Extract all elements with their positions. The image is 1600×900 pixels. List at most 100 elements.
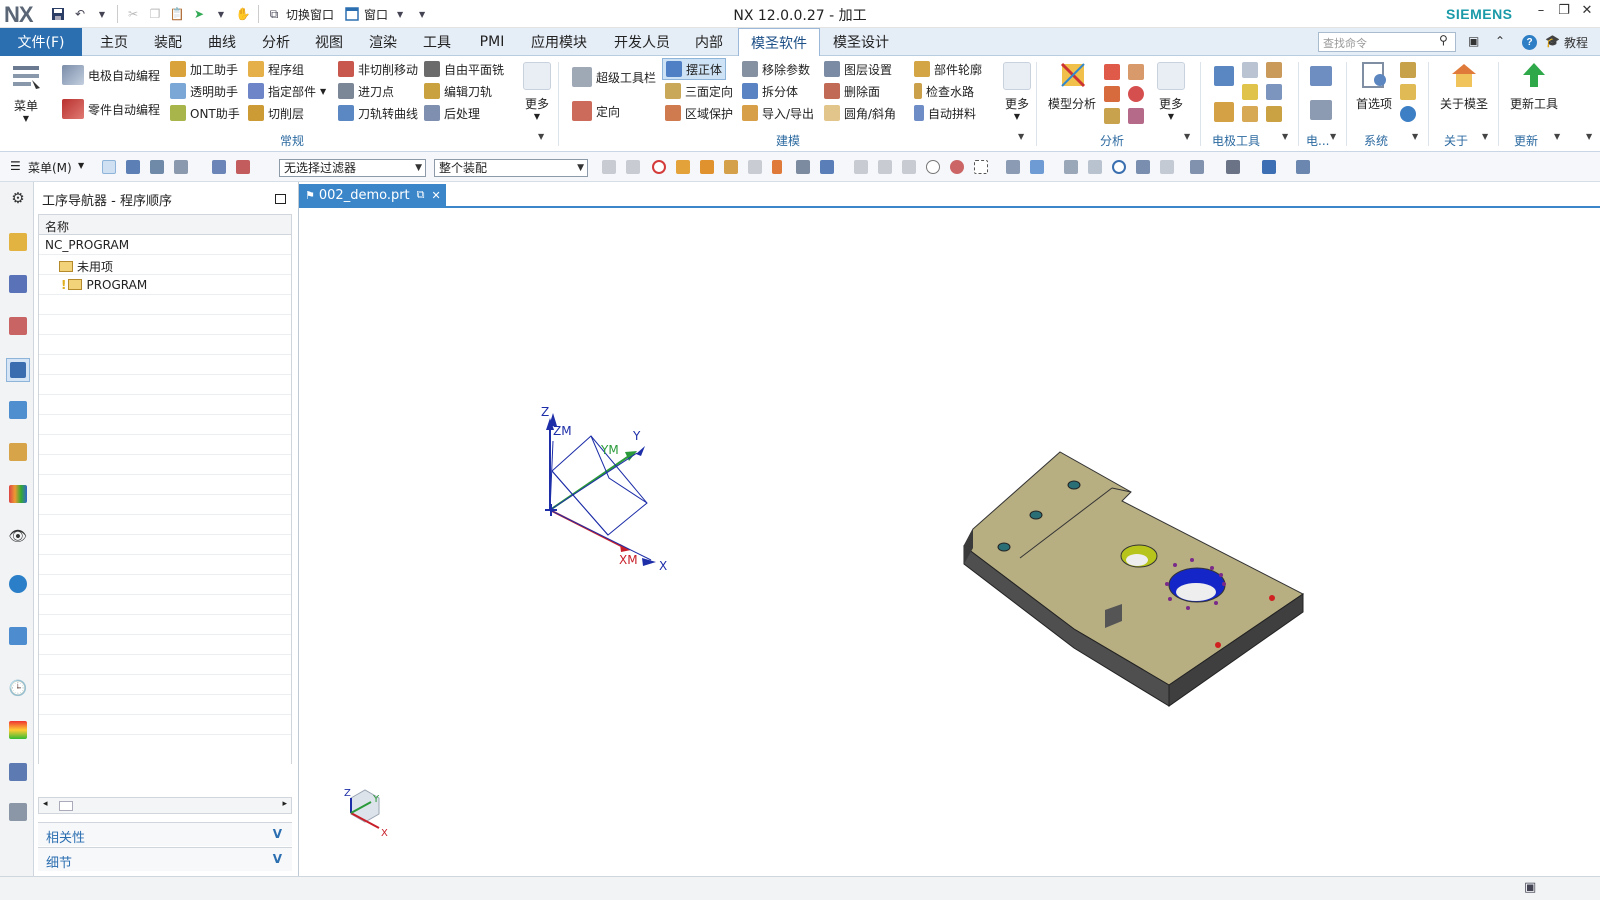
electrode-tool-3-icon[interactable] xyxy=(1242,84,1258,100)
snap-solid-icon[interactable] xyxy=(676,160,690,174)
snap-1-icon[interactable] xyxy=(602,160,616,174)
group-general-expand-icon[interactable]: ▼ xyxy=(538,132,544,141)
electrode-box-icon[interactable] xyxy=(1214,102,1234,122)
hd3d-tools-icon[interactable]: 👁 xyxy=(8,526,28,546)
process-studio-icon[interactable] xyxy=(8,762,28,782)
table-row[interactable]: ! PROGRAM xyxy=(39,275,291,295)
more-analysis-button[interactable]: 更多 ▼ xyxy=(1154,62,1188,121)
assembly-navigator-icon[interactable] xyxy=(8,232,28,252)
group-analysis-expand-icon[interactable]: ▼ xyxy=(1184,132,1190,141)
snap-plane-icon[interactable] xyxy=(820,160,834,174)
cut-layers-button[interactable]: 切削层 xyxy=(248,102,304,124)
graphics-canvas[interactable]: Z ZM YM Y XM X Z Y X xyxy=(299,208,1600,876)
help-icon[interactable]: ? xyxy=(1522,35,1537,50)
part-navigator-icon[interactable] xyxy=(8,316,28,336)
scroll-left-icon[interactable]: ◂ xyxy=(43,799,48,809)
window-icon[interactable] xyxy=(342,4,362,24)
ont-helper-button[interactable]: ONT助手 xyxy=(170,102,240,124)
tab-pmi[interactable]: PMI xyxy=(472,28,512,56)
electrode-create-icon[interactable] xyxy=(1214,66,1234,86)
orient-view-icon[interactable] xyxy=(1262,160,1276,174)
minimize-icon[interactable]: – xyxy=(1530,3,1552,23)
mass-kg-icon[interactable] xyxy=(1104,64,1120,80)
roles-icon[interactable] xyxy=(8,802,28,822)
analysis-box-icon[interactable] xyxy=(1104,108,1120,124)
tab-analysis[interactable]: 分析 xyxy=(258,28,294,56)
tab-render[interactable]: 渲染 xyxy=(365,28,401,56)
electrode-tool-6-icon[interactable] xyxy=(1266,84,1282,100)
snap-center-icon[interactable] xyxy=(950,160,964,174)
dependencies-panel-header[interactable]: 相关性 V xyxy=(38,822,292,846)
rotate-icon[interactable] xyxy=(1112,160,1126,174)
command-search-input[interactable]: 查找命令 xyxy=(1318,32,1456,52)
electrode-tool-4-icon[interactable] xyxy=(1242,106,1258,122)
part-auto-programming-button[interactable]: 零件自动编程 xyxy=(62,98,160,120)
copy-icon[interactable]: ❐ xyxy=(145,4,165,24)
electrode-auto-programming-button[interactable]: 电极自动编程 xyxy=(62,64,160,86)
super-toolbar-button[interactable]: 超级工具栏 xyxy=(572,66,656,88)
select-filter-icon[interactable] xyxy=(236,160,250,174)
edge-display-icon[interactable] xyxy=(1226,160,1240,174)
operation-navigator-icon[interactable] xyxy=(6,358,30,382)
electrode-sub-2-icon[interactable] xyxy=(1310,100,1332,120)
undo-icon[interactable]: ↶ xyxy=(70,4,90,24)
constraint-navigator-icon[interactable] xyxy=(8,274,28,294)
paste-icon[interactable]: 📋 xyxy=(167,4,187,24)
analysis-angle-icon[interactable] xyxy=(1128,86,1144,102)
history-icon[interactable] xyxy=(8,626,28,646)
zoom-icon[interactable] xyxy=(1088,160,1102,174)
close-tab-icon[interactable]: ✕ xyxy=(432,189,441,202)
switch-window-icon[interactable]: ⧉ xyxy=(264,4,284,24)
part-outline-button[interactable]: 部件轮廓 xyxy=(914,58,982,80)
snap-curve-icon[interactable] xyxy=(772,160,782,174)
analysis-shape-icon[interactable] xyxy=(1104,86,1120,102)
tutorial-label[interactable]: 教程 xyxy=(1564,34,1588,51)
entry-point-button[interactable]: 进刀点 xyxy=(338,80,394,102)
snap-5-icon[interactable] xyxy=(902,160,916,174)
tab-mosheng-software[interactable]: 模圣软件 xyxy=(738,28,820,57)
table-row[interactable]: NC_PROGRAM xyxy=(39,235,291,255)
program-group-button[interactable]: 程序组 xyxy=(248,58,304,80)
about-mosheng-button[interactable]: 关于模圣 xyxy=(1434,60,1494,112)
snap-face-icon[interactable] xyxy=(700,160,714,174)
snap-2-icon[interactable] xyxy=(626,160,640,174)
snap-3-icon[interactable] xyxy=(854,160,868,174)
restore-icon[interactable]: ❐ xyxy=(1553,3,1575,23)
import-export-button[interactable]: 导入/导出 xyxy=(742,102,814,124)
fit-view-icon[interactable] xyxy=(1064,160,1078,174)
tab-assembly[interactable]: 装配 xyxy=(150,28,186,56)
collapse-ribbon-icon[interactable]: ⌃ xyxy=(1495,34,1505,48)
search-icon[interactable]: ⚲ xyxy=(1439,33,1448,47)
auto-assemble-button[interactable]: 自动拼料 xyxy=(914,102,976,124)
analysis-draft-icon[interactable] xyxy=(1128,108,1144,124)
part-model[interactable] xyxy=(963,451,1304,707)
snap-point-icon[interactable] xyxy=(796,160,810,174)
group-about-expand-icon[interactable]: ▼ xyxy=(1482,132,1488,141)
select-edge-icon[interactable] xyxy=(174,160,188,174)
tab-developer[interactable]: 开发人员 xyxy=(609,28,675,56)
details-panel-header[interactable]: 细节 V xyxy=(38,847,292,871)
group-modeling-expand-icon[interactable]: ▼ xyxy=(1018,132,1024,141)
analysis-tool-icon[interactable] xyxy=(1128,64,1144,80)
model-analysis-button[interactable]: 模型分析 xyxy=(1044,60,1100,112)
place-body-button[interactable]: 摆正体 xyxy=(662,58,727,80)
assign-parts-button[interactable]: 指定部件 ▼ xyxy=(248,80,326,102)
non-cut-move-button[interactable]: 非切削移动 xyxy=(338,58,418,80)
ribbon-options-icon[interactable]: ▼ xyxy=(1586,132,1592,141)
select-component-icon[interactable] xyxy=(212,160,226,174)
menu-big-button[interactable]: 菜单 ▼ xyxy=(8,62,44,123)
snap-4-icon[interactable] xyxy=(878,160,892,174)
tab-home[interactable]: 主页 xyxy=(96,28,132,56)
group-electrode-short-expand-icon[interactable]: ▼ xyxy=(1330,132,1336,141)
orient-button[interactable]: 定向 xyxy=(572,100,620,122)
update-tools-button[interactable]: 更新工具 xyxy=(1504,60,1564,112)
selection-filter-select[interactable]: 无选择过滤器 ▼ xyxy=(279,159,426,177)
post-process-button[interactable]: 后处理 xyxy=(424,102,480,124)
electrode-sub-1-icon[interactable] xyxy=(1310,66,1332,86)
snap-box-icon[interactable] xyxy=(724,160,738,174)
menu-dropdown-icon[interactable]: ☰ xyxy=(10,159,21,173)
table-row[interactable]: 未用项 xyxy=(39,255,291,275)
touch-mode-icon[interactable]: ✋ xyxy=(233,4,253,24)
tab-view[interactable]: 视图 xyxy=(311,28,347,56)
save-icon[interactable] xyxy=(48,4,68,24)
